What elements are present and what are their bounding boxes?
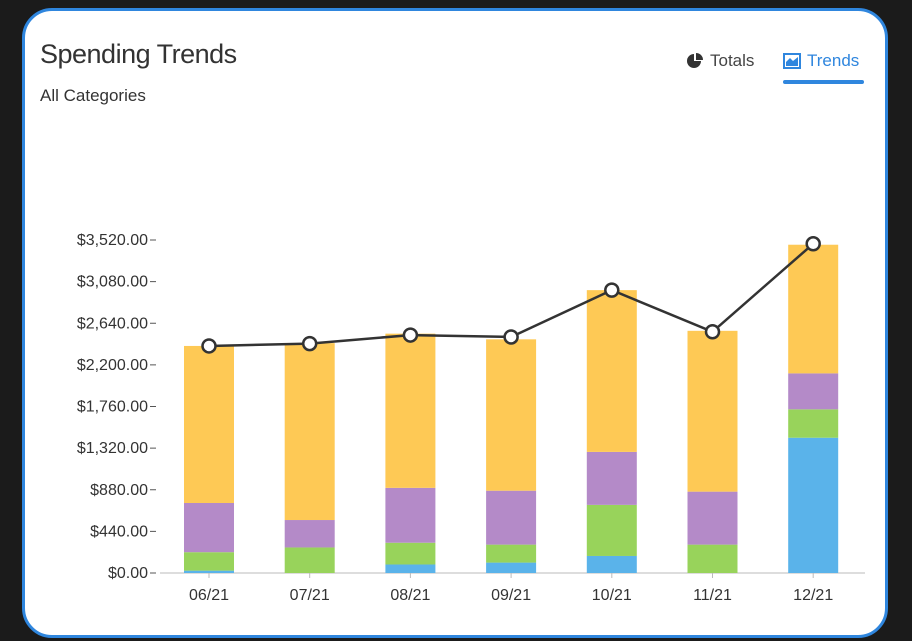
y-tick-label: $3,520.00	[77, 232, 148, 249]
total-point	[503, 329, 519, 345]
total-point	[805, 236, 821, 252]
bar-segment	[385, 333, 436, 488]
x-tick-label: 07/21	[290, 587, 330, 604]
bar-segment	[486, 490, 537, 545]
y-tick-label: $0.00	[108, 565, 148, 582]
spending-trends-card: Spending Trends All Categories Totals Tr…	[22, 8, 888, 638]
bar-segment	[184, 570, 234, 573]
x-tick-label: 09/21	[491, 587, 531, 604]
bar-segment	[687, 544, 738, 573]
total-point	[301, 335, 318, 352]
y-tick-label: $2,200.00	[77, 357, 148, 374]
bar-segment	[385, 487, 436, 543]
y-tick-label: $880.00	[90, 482, 148, 499]
y-tick-label: $1,320.00	[77, 440, 148, 457]
x-tick-label: 10/21	[592, 587, 632, 604]
bar-segment	[184, 552, 234, 571]
bar-segment	[586, 504, 637, 556]
bar-segment	[385, 564, 436, 573]
bar-segment	[184, 345, 234, 503]
bar-segment	[687, 491, 738, 545]
y-tick-label: $440.00	[90, 523, 148, 540]
bar-segment	[284, 547, 335, 573]
bar-segment	[184, 502, 234, 553]
bar-segment	[586, 555, 637, 573]
bar-segment	[788, 437, 839, 573]
bar-segment	[385, 542, 436, 565]
bar-segment	[788, 244, 839, 374]
bar-segment	[486, 339, 537, 491]
x-tick-label: 06/21	[189, 587, 229, 604]
x-tick-label: 12/21	[793, 587, 833, 604]
x-tick-label: 11/21	[693, 587, 732, 604]
bar-segment	[687, 330, 738, 492]
total-point	[604, 282, 620, 298]
total-point	[402, 327, 419, 343]
x-tick-label: 08/21	[390, 587, 430, 604]
y-tick-label: $1,760.00	[77, 399, 148, 416]
total-point	[201, 338, 217, 354]
bar-segment	[284, 343, 335, 521]
bar-segment	[284, 520, 335, 548]
bar-segment	[486, 562, 537, 573]
bar-segment	[486, 544, 537, 563]
bar-segment	[586, 451, 637, 505]
stacked-bar-chart: $0.00 $440.00 $880.00 $1,320.00 $1,760.00 $2,…	[77, 232, 865, 604]
bar-segment	[586, 290, 637, 452]
total-point	[704, 324, 721, 340]
y-tick-label: $3,080.00	[77, 274, 148, 291]
y-tick-label: $2,640.00	[77, 315, 148, 332]
bar-segment	[788, 373, 839, 410]
bar-segment	[788, 409, 839, 438]
